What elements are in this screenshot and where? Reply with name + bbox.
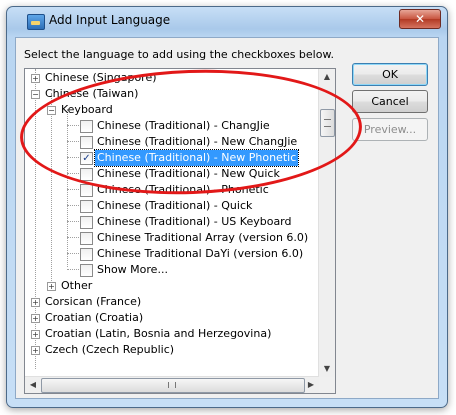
tree-item-label: Chinese (Traditional) - Phonetic — [97, 183, 269, 196]
checkbox[interactable] — [80, 136, 93, 149]
tree-item-label: Chinese (Traditional) - ChangJie — [97, 119, 270, 132]
expand-icon[interactable]: + — [31, 330, 40, 339]
checkbox[interactable] — [80, 264, 93, 277]
tree-item-label: Chinese (Traditional) - Quick — [97, 199, 253, 212]
tree-item[interactable]: ✓ Chinese (Traditional) - New Phonetic — [25, 149, 319, 167]
expand-icon[interactable]: + — [47, 282, 56, 291]
tree-item[interactable]: + Czech (Czech Republic) — [25, 342, 319, 358]
collapse-icon[interactable]: − — [47, 106, 56, 115]
tree-item[interactable]: − Chinese (Taiwan) — [25, 86, 319, 102]
tree-item[interactable]: + Chinese (Singapore) — [25, 70, 319, 86]
tree-item-label: Keyboard — [61, 103, 113, 116]
tree-item-label: Other — [61, 279, 93, 292]
ok-button[interactable]: OK — [352, 63, 428, 86]
tree-item-label: Chinese (Taiwan) — [45, 87, 139, 100]
expand-icon[interactable]: + — [31, 74, 40, 83]
tree-item-label: Czech (Czech Republic) — [45, 343, 175, 356]
checkbox[interactable] — [80, 232, 93, 245]
expand-icon[interactable]: + — [31, 314, 40, 323]
language-tree[interactable]: + Chinese (Singapore) − Chinese (Taiwan) − Ke… — [24, 68, 336, 394]
tree-item[interactable]: + Corsican (France) — [25, 294, 319, 310]
tree-item[interactable]: + Croatian (Croatia) — [25, 310, 319, 326]
expand-icon[interactable]: + — [31, 346, 40, 355]
checked-checkbox[interactable]: ✓ — [80, 152, 93, 165]
tree-item-label: Chinese (Traditional) - US Keyboard — [97, 215, 292, 228]
keyboard-language-icon — [27, 14, 45, 30]
tree-item-label: Chinese Traditional DaYi (version 6.0) — [97, 247, 304, 260]
collapse-icon[interactable]: − — [31, 90, 40, 99]
checkbox[interactable] — [80, 216, 93, 229]
scroll-up-icon[interactable]: ▲ — [319, 69, 335, 85]
checkbox[interactable] — [80, 168, 93, 181]
checkbox[interactable] — [80, 248, 93, 261]
title-bar[interactable]: Add Input Language ✕ — [7, 7, 447, 35]
tree-item[interactable]: Chinese Traditional Array (version 6.0) — [25, 230, 319, 246]
tree-item-label: Chinese (Singapore) — [45, 71, 157, 84]
tree-item-label: Chinese (Traditional) - New Phonetic — [93, 149, 300, 167]
tree-item[interactable]: Chinese (Traditional) - New Quick — [25, 166, 319, 182]
tree-item[interactable]: − Keyboard — [25, 102, 319, 118]
tree-item-label: Corsican (France) — [45, 295, 142, 308]
tree-rows: + Chinese (Singapore) − Chinese (Taiwan) − Ke… — [25, 69, 319, 377]
scroll-right-icon[interactable]: ▶ — [303, 377, 319, 393]
tree-item[interactable]: Chinese (Traditional) - ChangJie — [25, 118, 319, 134]
tree-item[interactable]: Show More... — [25, 262, 319, 278]
checkbox[interactable] — [80, 184, 93, 197]
preview-button[interactable]: Preview... — [352, 118, 428, 141]
close-button[interactable]: ✕ — [399, 9, 441, 29]
tree-item-label: Chinese (Traditional) - New ChangJie — [97, 135, 298, 148]
tree-item[interactable]: + Other — [25, 278, 319, 294]
cancel-button[interactable]: Cancel — [352, 90, 428, 113]
vertical-scrollbar[interactable]: ▲ ▼ — [318, 69, 335, 377]
scrollbar-corner — [319, 377, 335, 393]
tree-item[interactable]: Chinese (Traditional) - US Keyboard — [25, 214, 319, 230]
dialog-body: Select the language to add using the che… — [15, 37, 439, 399]
tree-item-label: Show More... — [97, 263, 168, 276]
tree-item[interactable]: Chinese (Traditional) - Quick — [25, 198, 319, 214]
horizontal-scrollbar[interactable]: ◀ ▶ — [25, 376, 319, 393]
dialog-title: Add Input Language — [49, 13, 171, 27]
tree-item-label: Chinese (Traditional) - New Quick — [97, 167, 280, 180]
instruction-text: Select the language to add using the che… — [24, 48, 334, 61]
scroll-left-icon[interactable]: ◀ — [25, 377, 41, 393]
tree-item-label: Croatian (Croatia) — [45, 311, 144, 324]
checkbox[interactable] — [80, 120, 93, 133]
tree-item-label: Chinese Traditional Array (version 6.0) — [97, 231, 309, 244]
tree-item[interactable]: Chinese (Traditional) - New ChangJie — [25, 134, 319, 150]
tree-item-label: Croatian (Latin, Bosnia and Herzegovina) — [45, 327, 272, 340]
tree-item[interactable]: + Croatian (Latin, Bosnia and Herzegovina… — [25, 326, 319, 342]
horizontal-scroll-thumb[interactable] — [41, 378, 305, 393]
tree-item[interactable]: Chinese Traditional DaYi (version 6.0) — [25, 246, 319, 262]
scroll-down-icon[interactable]: ▼ — [319, 361, 335, 377]
tree-item[interactable]: Chinese (Traditional) - Phonetic — [25, 182, 319, 198]
expand-icon[interactable]: + — [31, 298, 40, 307]
vertical-scroll-thumb[interactable] — [320, 109, 335, 137]
add-input-language-dialog: Add Input Language ✕ Select the language… — [6, 6, 448, 408]
checkbox[interactable] — [80, 200, 93, 213]
